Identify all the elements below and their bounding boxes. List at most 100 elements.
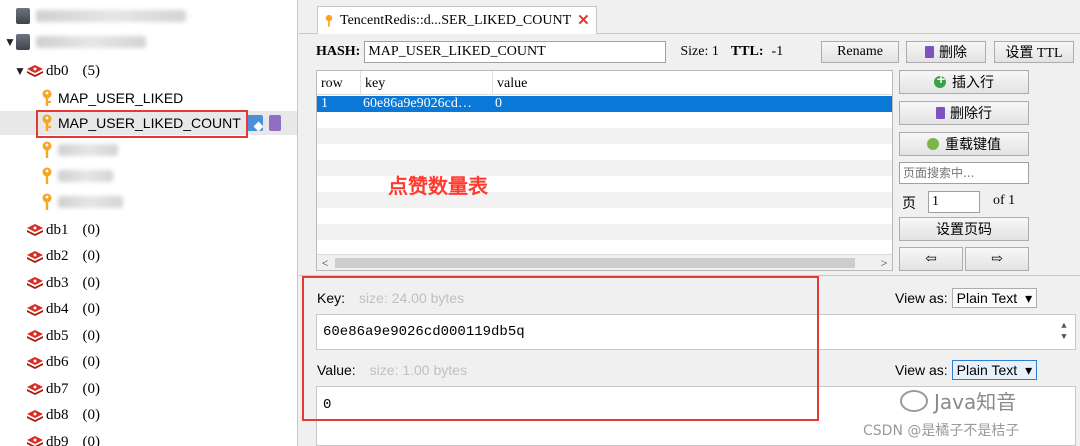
tree-db5[interactable]: db5 (0) — [26, 324, 100, 348]
redis-db-icon — [27, 250, 43, 263]
delete-row-button[interactable]: 删除行 — [899, 101, 1029, 125]
tree-db0[interactable]: ▼ db0 (5) — [14, 59, 100, 83]
db-count: (0) — [82, 274, 101, 291]
tree-db3[interactable]: db3 (0) — [26, 271, 100, 295]
trash-icon — [925, 46, 934, 58]
horizontal-scrollbar[interactable]: < > — [317, 254, 892, 270]
close-icon[interactable]: ✕ — [577, 11, 590, 30]
page-of-label: of 1 — [993, 193, 1016, 208]
blurred-key-name — [58, 196, 123, 208]
tree-db2[interactable]: db2 (0) — [26, 245, 100, 269]
ttl-value: -1 — [771, 44, 784, 59]
tab-key-view[interactable]: TencentRedis::d...SER_LIKED_COUNT ✕ — [317, 6, 597, 34]
reload-icon — [927, 138, 939, 150]
watermark-text: Java知音 — [934, 390, 1017, 414]
key-header: HASH: MAP_USER_LIKED_COUNT Size: 1 TTL: … — [316, 40, 1076, 64]
redis-db-icon — [27, 303, 43, 316]
db-count: (5) — [82, 62, 101, 79]
rename-button[interactable]: Rename — [821, 41, 899, 63]
tree-db7[interactable]: db7 (0) — [26, 377, 100, 401]
db-label: db5 — [46, 327, 69, 344]
db-count: (0) — [82, 248, 101, 264]
server-icon — [16, 8, 30, 24]
db-label: db2 — [46, 248, 69, 264]
redis-db-icon — [27, 330, 43, 342]
scroll-right-icon[interactable]: > — [876, 255, 892, 270]
db-label: db0 — [46, 62, 69, 79]
type-label: HASH: — [316, 44, 361, 59]
trash-icon[interactable] — [268, 115, 281, 131]
tree-connection-expanded[interactable]: ▼ — [4, 30, 146, 54]
table-header: row key value — [317, 71, 892, 95]
scroll-thumb[interactable] — [335, 258, 855, 268]
key-view-as: View as: Plain Text ▾ — [895, 288, 1038, 308]
tree-db4[interactable]: db4 (0) — [26, 298, 100, 322]
highlight-box — [36, 110, 248, 138]
watermark: Java知音 — [900, 386, 1016, 415]
redis-db-icon — [27, 224, 43, 236]
connection-tree: ▼ ▼ db0 (5) MAP_USER_LIKED MAP_USER_LIKE… — [0, 0, 298, 446]
tree-db1[interactable]: db1 (0) — [26, 218, 100, 242]
redis-db-icon — [27, 409, 43, 422]
tree-key-map-user-liked[interactable]: MAP_USER_LIKED — [40, 86, 183, 110]
view-as-label: View as: — [895, 290, 948, 306]
spin-icon[interactable]: ▲ ▼ — [1057, 321, 1071, 343]
blurred-key-name — [58, 170, 113, 182]
db-count: (0) — [82, 221, 101, 238]
page-search-input[interactable] — [899, 162, 1029, 184]
next-page-button[interactable]: ⇨ — [965, 247, 1029, 271]
page-number-input[interactable]: 1 — [928, 191, 980, 213]
tab-bar: TencentRedis::d...SER_LIKED_COUNT ✕ — [299, 0, 1080, 34]
redis-db-icon — [27, 383, 43, 395]
key-icon — [42, 141, 52, 158]
db-count: (0) — [82, 433, 101, 446]
empty-row — [317, 224, 892, 240]
tree-key-blurred[interactable] — [40, 138, 118, 162]
tree-db9[interactable]: db9 (0) — [26, 430, 100, 446]
key-icon — [325, 14, 333, 27]
db-label: db9 — [46, 433, 69, 446]
blurred-connection-name — [36, 36, 146, 48]
edit-icon[interactable] — [246, 115, 263, 131]
redis-db-icon — [27, 356, 43, 369]
delete-key-button[interactable]: 删除 — [906, 41, 986, 63]
redis-db-icon — [27, 436, 43, 446]
column-header-value[interactable]: value — [493, 71, 892, 95]
db-count: (0) — [82, 380, 101, 397]
column-header-row[interactable]: row — [317, 71, 361, 95]
insert-row-label: 插入行 — [952, 76, 994, 91]
expand-icon: ▼ — [14, 63, 26, 78]
tree-db6[interactable]: db6 (0) — [26, 351, 100, 375]
column-header-key[interactable]: key — [361, 71, 493, 95]
db-label: db6 — [46, 354, 69, 370]
tree-key-blurred[interactable] — [40, 190, 123, 214]
table-row[interactable]: 1 60e86a9e9026cd… 0 — [317, 96, 892, 112]
db-count: (0) — [82, 407, 101, 423]
tab-title: TencentRedis::d...SER_LIKED_COUNT — [340, 12, 572, 28]
insert-row-button[interactable]: 插入行 — [899, 70, 1029, 94]
redis-db-icon — [27, 65, 43, 77]
set-page-button[interactable]: 设置页码 — [899, 217, 1029, 241]
value-format-value: Plain Text — [956, 362, 1018, 378]
db-count: (0) — [82, 301, 101, 317]
value-view-as: View as: Plain Text ▾ — [895, 360, 1038, 380]
tree-connection[interactable] — [16, 4, 186, 28]
reload-button[interactable]: 重载键值 — [899, 132, 1029, 156]
db-count: (0) — [82, 327, 101, 344]
set-ttl-button[interactable]: 设置 TTL — [994, 41, 1074, 63]
value-format-select[interactable]: Plain Text ▾ — [951, 360, 1038, 380]
db-count: (0) — [82, 354, 101, 370]
reload-label: 重载键值 — [945, 138, 1001, 153]
tree-key-blurred[interactable] — [40, 164, 113, 188]
chevron-down-icon: ▾ — [1025, 361, 1033, 378]
key-label: MAP_USER_LIKED — [58, 90, 184, 106]
credit-text: CSDN @是橘子不是桔子 — [863, 423, 1020, 439]
add-icon — [934, 72, 946, 88]
tree-db8[interactable]: db8 (0) — [26, 404, 100, 428]
scroll-left-icon[interactable]: < — [317, 255, 333, 270]
prev-page-button[interactable]: ⇦ — [899, 247, 963, 271]
key-name-field[interactable]: MAP_USER_LIKED_COUNT — [364, 41, 667, 63]
key-format-select[interactable]: Plain Text ▾ — [951, 288, 1038, 308]
annotation-text: 点赞数量表 — [388, 174, 488, 198]
db-label: db1 — [46, 221, 69, 238]
